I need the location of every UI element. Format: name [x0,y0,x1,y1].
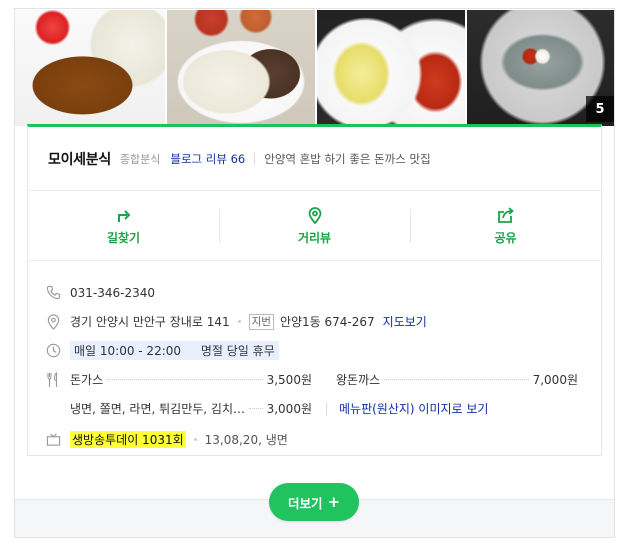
dot-separator [193,438,197,441]
street-view-button[interactable]: 거리뷰 [219,191,410,260]
plus-icon: + [327,492,341,511]
photo-count-badge[interactable]: 5 [586,96,614,122]
tv-row: 생방송투데이 1031회 13,08,20, 냉면 [44,425,601,454]
menu-item: 냉면, 쫄면, 라면, 튀김만두, 김치… 3,000원 [70,400,312,417]
menu-item: 왕돈까스 7,000원 [336,371,578,388]
dot-separator [237,320,241,323]
menu-item: 돈가스 3,500원 [70,371,312,388]
share-icon [496,205,516,225]
tv-icon [44,431,62,449]
place-category: 종합분식 [119,152,161,166]
place-description: 안양역 혼밥 하기 좋은 돈까스 맛집 [264,151,431,166]
street-view-pin-icon [305,205,325,225]
hours-row: 매일 10:00 - 22:00 명절 당일 휴무 [44,336,601,365]
directions-button[interactable]: 길찾기 [28,191,219,260]
share-button[interactable]: 공유 [410,191,601,260]
dotted-leader [384,379,529,380]
tv-show-name[interactable]: 생방송투데이 1031회 [70,431,186,448]
place-name[interactable]: 모이세분식 [48,149,111,169]
menu-item-price: 3,500원 [266,373,312,387]
phone-row: 031-346-2340 [44,278,601,307]
menu-row-2: 냉면, 쫄면, 라면, 튀김만두, 김치… 3,000원 메뉴판(원산지) 이미… [44,394,601,423]
menu-item-name: 돈가스 [70,373,104,387]
photo-3[interactable] [317,10,465,126]
details-list: 031-346-2340 경기 안양시 만안구 장내로 141 지번 안양1동 … [28,261,601,454]
photo-2[interactable] [167,10,315,126]
location-pin-icon [44,313,62,331]
directions-icon [114,205,134,225]
menu-item-price: 7,000원 [532,373,578,387]
map-view-link[interactable]: 지도보기 [383,313,427,330]
dotted-leader [249,408,263,409]
place-card: 5 모이세분식 종합분식 블로그 리뷰 66 안양역 혼밥 하기 좋은 돈까스 … [14,8,615,538]
divider [326,401,327,416]
photo-1[interactable] [15,10,165,126]
blog-review-link[interactable]: 블로그 리뷰 66 [170,151,245,167]
phone-number[interactable]: 031-346-2340 [70,286,155,300]
business-hours: 매일 10:00 - 22:00 [74,344,182,358]
action-bar: 길찾기 거리뷰 공유 [28,191,601,261]
menu-item-price: 3,000원 [266,402,312,416]
dotted-leader [107,379,263,380]
more-button[interactable]: 더보기 + [269,483,359,521]
place-info-panel: 모이세분식 종합분식 블로그 리뷰 66 안양역 혼밥 하기 좋은 돈까스 맛집… [27,124,602,456]
holiday-info: 명절 당일 휴무 [200,344,275,358]
fork-knife-icon [44,371,62,389]
photo-4[interactable]: 5 [467,10,614,126]
photo-strip[interactable]: 5 [15,10,614,126]
road-address: 경기 안양시 만안구 장내로 141 [70,315,230,329]
menu-row-1: 돈가스 3,500원 왕돈까스 7,000원 [44,365,601,394]
hours-highlight: 매일 10:00 - 22:00 명절 당일 휴무 [70,341,279,360]
jibeon-badge: 지번 [248,313,274,330]
menu-item-name: 왕돈까스 [336,373,381,387]
clock-icon [44,342,62,360]
street-view-label: 거리뷰 [297,231,332,245]
menu-item-name: 냉면, 쫄면, 라면, 튀김만두, 김치… [70,402,245,416]
more-button-label: 더보기 [287,495,323,511]
jibeon-address: 안양1동 674-267 [279,315,375,329]
title-row: 모이세분식 종합분식 블로그 리뷰 66 안양역 혼밥 하기 좋은 돈까스 맛집 [28,127,601,191]
share-label: 공유 [494,231,517,245]
divider [254,152,256,165]
directions-label: 길찾기 [106,231,141,245]
address-row: 경기 안양시 만안구 장내로 141 지번 안양1동 674-267 지도보기 [44,307,601,336]
phone-icon [44,284,62,302]
menu-image-link[interactable]: 메뉴판(원산지) 이미지로 보기 [339,400,488,417]
tv-show-meta: 13,08,20, 냉면 [204,433,288,447]
